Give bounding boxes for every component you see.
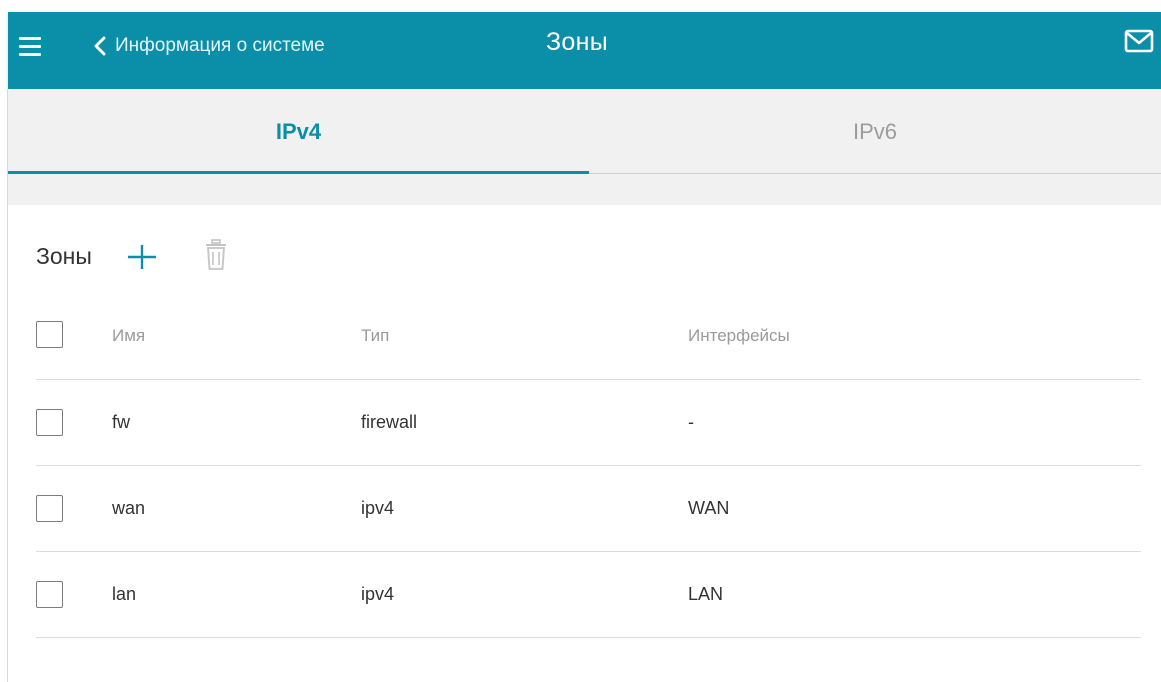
trash-icon[interactable] — [205, 239, 227, 278]
hamburger-menu-icon[interactable] — [19, 32, 43, 62]
cell-name: fw — [112, 412, 130, 432]
cell-type: firewall — [361, 412, 418, 432]
row-divider — [36, 637, 1141, 638]
cell-interfaces: - — [688, 412, 694, 432]
section-title: Зоны — [36, 243, 92, 269]
top-app-bar: Информация о системе Зоны — [8, 12, 1161, 89]
column-header-interfaces: Интерфейсы — [688, 326, 790, 345]
table-row[interactable]: wan ipv4 WAN — [36, 466, 1141, 552]
cell-type: ipv4 — [361, 498, 395, 518]
page-title: Зоны — [546, 28, 608, 56]
cell-name: wan — [112, 498, 146, 518]
tab-ipv6[interactable]: IPv6 — [589, 89, 1161, 174]
select-all-checkbox[interactable] — [36, 321, 63, 348]
active-tab-indicator — [8, 171, 589, 174]
plus-icon[interactable] — [125, 243, 159, 276]
tab-divider — [589, 173, 1161, 174]
cell-name: lan — [112, 584, 137, 604]
cell-type: ipv4 — [361, 584, 395, 604]
back-link-label: Информация о системе — [115, 35, 325, 56]
table-row[interactable]: lan ipv4 LAN — [36, 552, 1141, 638]
back-link[interactable]: Информация о системе — [94, 32, 325, 60]
row-checkbox[interactable] — [36, 409, 63, 436]
chevron-left-icon — [94, 36, 106, 56]
cell-interfaces: WAN — [688, 498, 730, 518]
row-checkbox[interactable] — [36, 495, 63, 522]
table-row[interactable]: fw firewall - — [36, 380, 1141, 466]
tab-ipv4[interactable]: IPv4 — [8, 89, 589, 174]
mail-icon[interactable] — [1124, 28, 1154, 59]
column-header-type: Тип — [361, 326, 390, 345]
column-header-name: Имя — [112, 326, 146, 345]
table-header-row: Имя Тип Интерфейсы — [36, 296, 1141, 380]
cell-interfaces: LAN — [688, 584, 724, 604]
row-checkbox[interactable] — [36, 581, 63, 608]
